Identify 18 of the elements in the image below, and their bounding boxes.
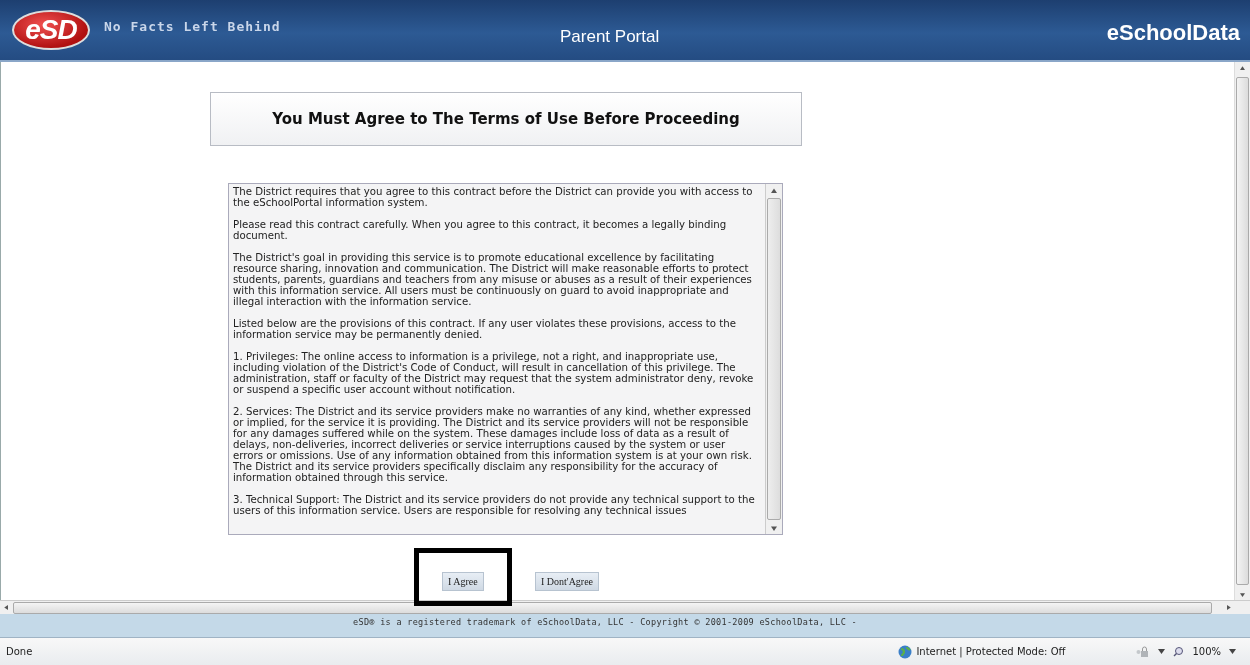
terms-paragraph: The District requires that you agree to this contract before the District can provide you with access to the eSchoolPortal information system. bbox=[233, 186, 754, 208]
terms-paragraph: 3. Technical Support: The District and its service providers do not provide any technical support to the users of this information service. Users are responsible for resolving any technical issues bbox=[233, 494, 756, 516]
disagree-button[interactable]: I Dont'Agree bbox=[535, 572, 600, 591]
logo: eSD bbox=[12, 10, 90, 50]
terms-paragraph: The District's goal in providing this service is to promote educational excellence by facilitating resource sharing, innovation and communication. The District will make reasonable efforts to protect students, parents, guardians and teachers from any misuse or abuses as a result of their experiences with this information service. All users must be continuously on guard to avoid inappropriate and illegal interaction with the information service. bbox=[233, 252, 753, 307]
page-heading: You Must Agree to The Terms of Use Before Proceeding bbox=[210, 92, 802, 146]
zoom-level[interactable]: 100% bbox=[1192, 646, 1221, 657]
terms-paragraph: Please read this contract carefully. When you agree to this contract, it becomes a legally binding document. bbox=[233, 219, 728, 241]
tagline: No Facts Left Behind bbox=[104, 19, 281, 34]
status-text: Done bbox=[6, 646, 33, 657]
terms-paragraph: 2. Services: The District and its service providers make no warranties of any kind, whether expressed or implied, for the service it is providing. The District and its service providers will not be responsible for any damages suffered while on the system. These damages include loss of data as a result of delays, non-deliveries, incorrect deliveries or service interruptions caused by the system or user errors or omissions. Use of any information obtained from this information system is at your own risk. The District and its service providers specifically disclaim any responsibility for the accuracy of information obtained through this service. bbox=[233, 406, 753, 483]
terms-paragraph: Listed below are the provisions of this contract. If any user violates these provisions, access to the information service may be permanently denied. bbox=[233, 318, 738, 340]
portal-title: Parent Portal bbox=[560, 27, 660, 47]
terms-paragraph: 1. Privileges: The online access to information is a privilege, not a right, and inappropriate use, including violation of the District's Code of Conduct, will result in cancellation of this privilege. The administration, staff or faculty of the District may request that the system administrator deny, revoke or suspend a specific user account without notification. bbox=[233, 351, 755, 395]
security-zone[interactable]: Internet | Protected Mode: Off bbox=[916, 646, 1066, 657]
brand-name: eSchoolData bbox=[1106, 20, 1240, 46]
agree-button[interactable]: I Agree bbox=[442, 572, 484, 591]
copyright-text: eSD® is a registered trademark of eSchoolData, LLC - Copyright © 2001-2009 eSchoolData, LLC - bbox=[353, 616, 857, 629]
